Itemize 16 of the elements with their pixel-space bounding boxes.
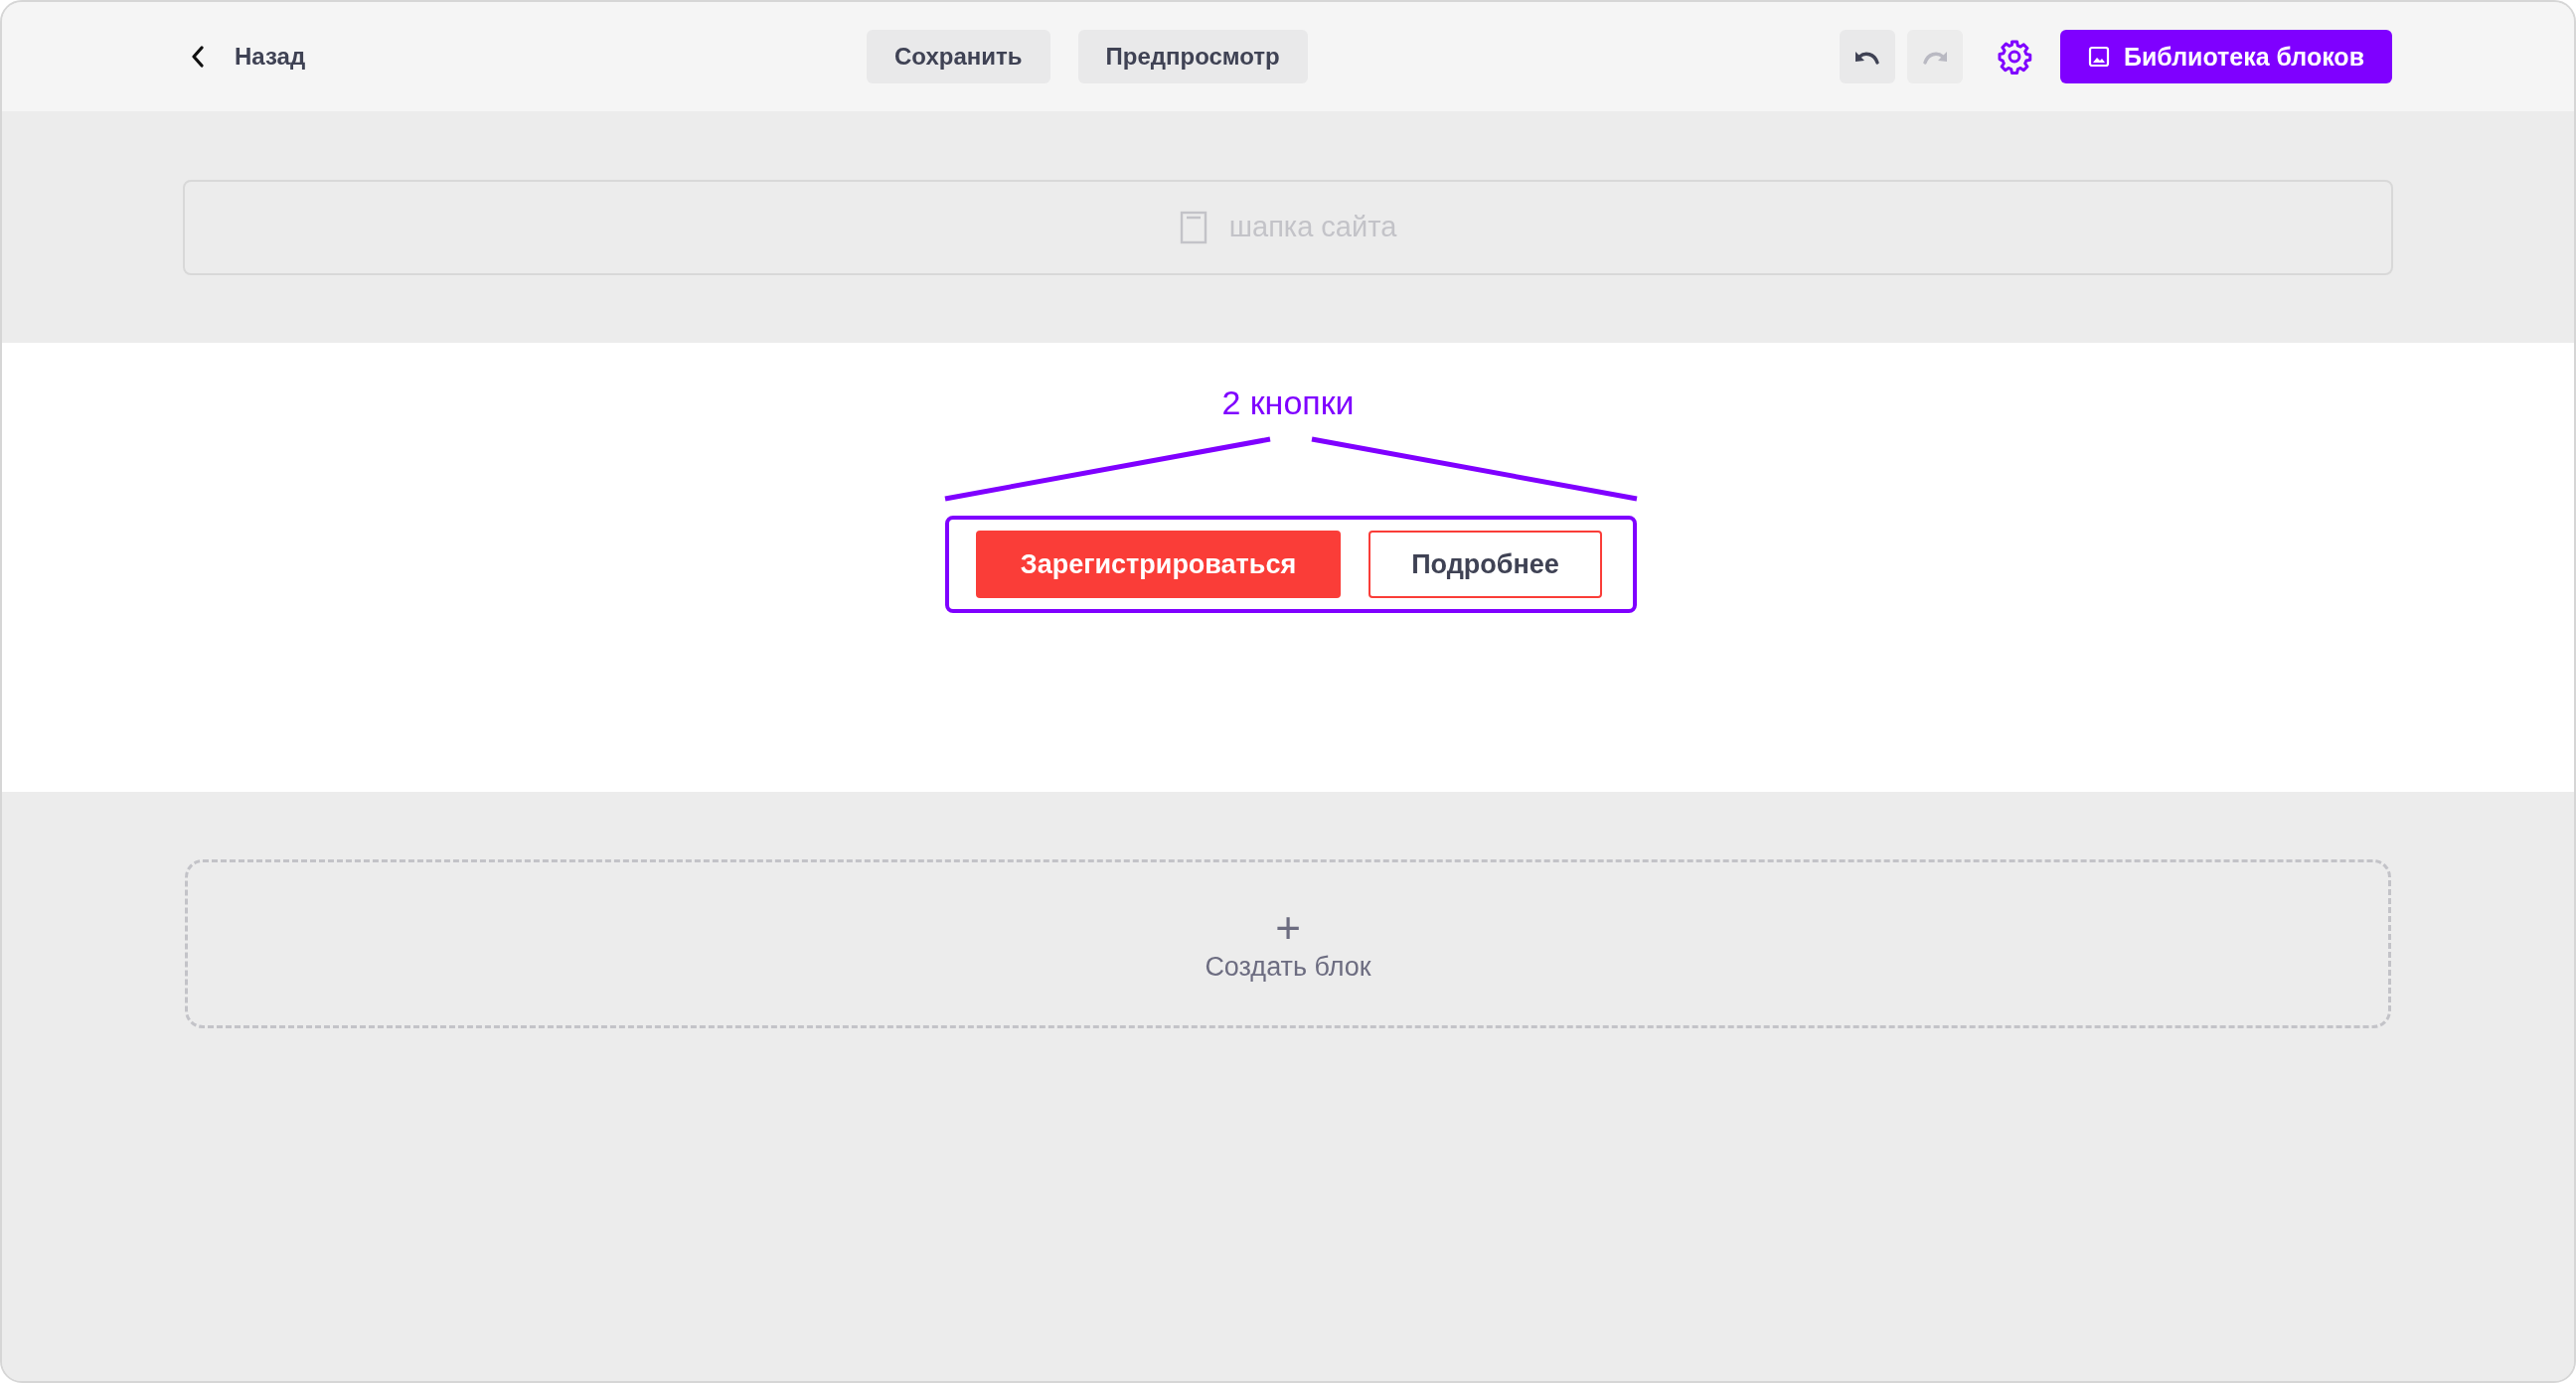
- back-label: Назад: [235, 43, 306, 71]
- annotation-label: 2 кнопки: [1221, 383, 1355, 422]
- back-icon: [191, 46, 205, 68]
- toolbar-button[interactable]: Предпросмотр: [1077, 30, 1308, 83]
- block-library-button[interactable]: Библиотека блоков: [2059, 30, 2392, 83]
- page-icon: [1179, 210, 1208, 244]
- details-button[interactable]: Подробнее: [1368, 531, 1602, 598]
- settings-icon[interactable]: [1996, 39, 2032, 75]
- back-link[interactable]: Назад: [191, 43, 306, 71]
- create-block-label: Создать блок: [1205, 951, 1371, 983]
- image-icon: [2087, 46, 2110, 68]
- plus-icon: +: [1275, 905, 1301, 950]
- register-button[interactable]: Зарегистрироваться: [976, 531, 1341, 598]
- undo-button[interactable]: [1839, 30, 1895, 83]
- create-block-area[interactable]: + Создать блок: [185, 859, 2391, 1028]
- toolbar-button[interactable]: Сохранить: [867, 30, 1050, 83]
